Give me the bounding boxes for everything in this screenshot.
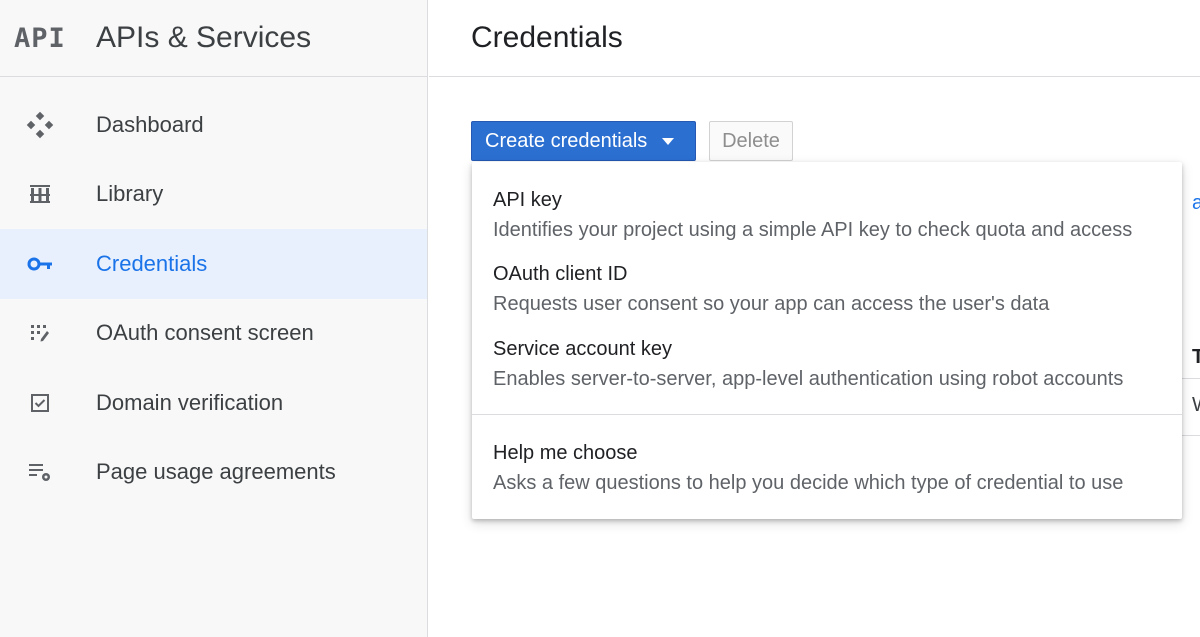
sidebar-header: API APIs & Services [0, 0, 427, 77]
menu-item-title: API key [493, 189, 562, 211]
menu-item-description: Asks a few questions to help you decide … [493, 472, 1124, 494]
api-logo[interactable]: API [14, 23, 96, 54]
sidebar-item-credentials[interactable]: Credentials [0, 229, 427, 299]
sidebar-item-dashboard[interactable]: Dashboard [0, 90, 427, 160]
table-cell-partial: W [1192, 394, 1200, 417]
background-link-partial[interactable]: a [1192, 192, 1200, 215]
sidebar-item-library[interactable]: Library [0, 160, 427, 230]
sidebar-item-page-usage-agreements[interactable]: Page usage agreements [0, 438, 427, 508]
menu-item-api-key[interactable]: API key Identifies your project using a … [472, 188, 1132, 242]
create-credentials-menu: API key Identifies your project using a … [472, 162, 1182, 519]
sidebar-item-oauth-consent-screen[interactable]: OAuth consent screen [0, 299, 427, 369]
table-divider [1182, 378, 1200, 379]
main-header: Credentials [429, 0, 1200, 77]
sidebar-item-label: Credentials [96, 250, 208, 276]
menu-item-title: Service account key [493, 338, 672, 360]
create-credentials-button[interactable]: Create credentials [471, 121, 696, 161]
consent-screen-icon [26, 319, 54, 347]
product-name[interactable]: APIs & Services [96, 21, 311, 55]
sidebar: API APIs & Services Dashboard Library Cr… [0, 0, 428, 637]
sidebar-item-label: Domain verification [96, 389, 284, 415]
checkbox-icon [26, 389, 54, 417]
menu-item-description: Enables server-to-server, app-level auth… [493, 368, 1124, 390]
toolbar: Create credentials Delete [471, 121, 793, 161]
menu-item-title: OAuth client ID [493, 263, 628, 285]
sidebar-item-label: Page usage agreements [96, 459, 336, 485]
sidebar-item-domain-verification[interactable]: Domain verification [0, 368, 427, 438]
sidebar-item-label: Library [96, 181, 164, 207]
menu-item-help-me-choose[interactable]: Help me choose Asks a few questions to h… [472, 441, 1123, 495]
sidebar-item-label: OAuth consent screen [96, 320, 314, 346]
menu-item-title: Help me choose [493, 442, 638, 464]
caret-down-icon [662, 137, 675, 145]
table-divider [1182, 435, 1200, 436]
menu-item-oauth-client-id[interactable]: OAuth client ID Requests user consent so… [472, 262, 1049, 316]
delete-button[interactable]: Delete [709, 121, 793, 161]
dashboard-icon [26, 111, 54, 139]
library-icon [26, 180, 54, 208]
table-header-partial: T [1192, 346, 1200, 368]
menu-item-description: Requests user consent so your app can ac… [493, 293, 1050, 315]
key-icon [26, 250, 54, 278]
list-settings-icon [26, 458, 54, 486]
sidebar-item-label: Dashboard [96, 111, 204, 137]
menu-item-service-account-key[interactable]: Service account key Enables server-to-se… [472, 337, 1123, 391]
page-title: Credentials [471, 21, 623, 54]
menu-divider [472, 414, 1182, 415]
menu-item-description: Identifies your project using a simple A… [493, 219, 1133, 241]
create-credentials-label: Create credentials [485, 129, 648, 152]
nav-list: Dashboard Library Credentials OAuth cons… [0, 77, 427, 507]
